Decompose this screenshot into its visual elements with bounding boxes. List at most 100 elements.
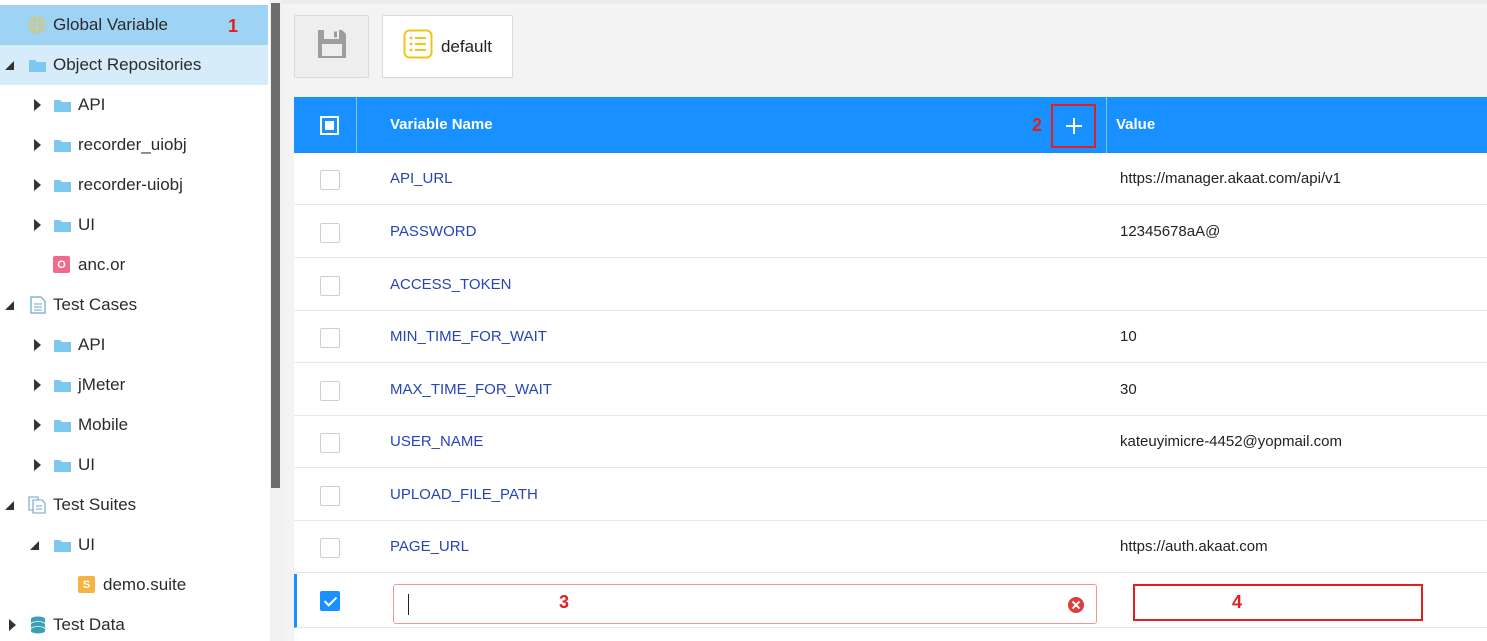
variable-name-cell[interactable]: PAGE_URL bbox=[390, 538, 469, 555]
row-checkbox[interactable] bbox=[320, 538, 340, 558]
collapsed-caret-icon[interactable] bbox=[9, 619, 16, 631]
clear-input-icon[interactable] bbox=[1068, 597, 1084, 613]
variable-name-cell[interactable]: USER_NAME bbox=[390, 433, 483, 450]
annotation-marker-1: 1 bbox=[228, 16, 239, 36]
tree-item-ts-ui[interactable]: UI bbox=[0, 525, 268, 565]
save-button[interactable] bbox=[294, 15, 369, 78]
variable-name-cell[interactable]: API_URL bbox=[390, 170, 453, 187]
tree-item-recorder-uiobj-dash[interactable]: recorder-uiobj bbox=[0, 165, 268, 205]
variable-value-cell[interactable]: 30 bbox=[1120, 381, 1137, 398]
tree-item-test-data[interactable]: Test Data bbox=[0, 605, 268, 641]
expanded-caret-icon[interactable] bbox=[30, 541, 39, 550]
collapsed-caret-icon[interactable] bbox=[34, 219, 41, 231]
tree-item-test-cases[interactable]: Test Cases bbox=[0, 285, 268, 325]
row-checkbox[interactable] bbox=[320, 223, 340, 243]
tree-item-label: jMeter bbox=[78, 375, 126, 394]
row-checkbox[interactable] bbox=[320, 381, 340, 401]
variable-value-cell[interactable]: 12345678aA@ bbox=[1120, 223, 1220, 240]
variable-value-input[interactable]: 4 bbox=[1133, 584, 1423, 621]
tree-item-label: API bbox=[78, 335, 106, 354]
folder-icon bbox=[53, 457, 72, 473]
table-row[interactable]: PAGE_URL https://auth.akaat.com bbox=[294, 521, 1487, 573]
profile-default-button[interactable]: default bbox=[382, 15, 513, 78]
tree-item-tc-ui[interactable]: UI bbox=[0, 445, 268, 485]
document-icon bbox=[30, 296, 46, 314]
expanded-caret-icon[interactable] bbox=[5, 61, 14, 70]
tree-item-tc-jmeter[interactable]: jMeter bbox=[0, 365, 268, 405]
tree-item-label: recorder-uiobj bbox=[78, 175, 183, 194]
table-row[interactable]: MIN_TIME_FOR_WAIT 10 bbox=[294, 311, 1487, 363]
tree-item-global-variable[interactable]: Global Variable 1 bbox=[0, 5, 268, 45]
tree-item-or-api[interactable]: API bbox=[0, 85, 268, 125]
global-variable-editor: default Variable Name 2 Value API_URL ht… bbox=[282, 0, 1487, 641]
column-divider bbox=[356, 97, 357, 153]
table-row[interactable]: UPLOAD_FILE_PATH bbox=[294, 469, 1487, 521]
column-divider bbox=[1106, 97, 1107, 153]
tree-item-label: UI bbox=[78, 215, 95, 234]
row-checkbox[interactable] bbox=[320, 486, 340, 506]
variable-value-cell[interactable]: 10 bbox=[1120, 328, 1137, 345]
row-checkbox-checked[interactable] bbox=[320, 591, 340, 611]
collapsed-caret-icon[interactable] bbox=[34, 99, 41, 111]
add-variable-button[interactable] bbox=[1051, 104, 1096, 148]
tree-item-anc-or[interactable]: O anc.or bbox=[0, 245, 268, 285]
table-row[interactable]: PASSWORD 12345678aA@ bbox=[294, 206, 1487, 258]
tree-item-label: Test Suites bbox=[53, 495, 137, 514]
row-checkbox[interactable] bbox=[320, 276, 340, 296]
tree-item-label: Object Repositories bbox=[53, 55, 202, 74]
folder-icon bbox=[53, 217, 72, 233]
sidebar-scrollbar-thumb[interactable] bbox=[271, 3, 280, 488]
tree-item-recorder-uiobj-underscore[interactable]: recorder_uiobj bbox=[0, 125, 268, 165]
tree-item-tc-mobile[interactable]: Mobile bbox=[0, 405, 268, 445]
object-repo-file-icon: O bbox=[53, 256, 70, 273]
tree-item-or-ui[interactable]: UI bbox=[0, 205, 268, 245]
profile-label: default bbox=[440, 36, 493, 56]
table-row[interactable]: ACCESS_TOKEN bbox=[294, 259, 1487, 311]
row-checkbox[interactable] bbox=[320, 433, 340, 453]
collapsed-caret-icon[interactable] bbox=[34, 379, 41, 391]
new-variable-row[interactable]: 3 4 bbox=[294, 574, 1487, 628]
folder-icon bbox=[53, 337, 72, 353]
tree-item-label: demo.suite bbox=[103, 575, 187, 594]
documents-icon bbox=[28, 496, 46, 514]
tree-item-tc-api[interactable]: API bbox=[0, 325, 268, 365]
variable-value-cell[interactable]: https://manager.akaat.com/api/v1 bbox=[1120, 170, 1341, 187]
globe-icon bbox=[28, 16, 46, 34]
annotation-marker-2: 2 bbox=[1032, 115, 1043, 135]
annotation-marker-3: 3 bbox=[559, 592, 570, 612]
folder-icon bbox=[28, 57, 47, 73]
variable-name-cell[interactable]: PASSWORD bbox=[390, 223, 476, 240]
project-explorer-sidebar: Global Variable 1 Object Repositories AP… bbox=[0, 0, 282, 641]
editor-tab-strip bbox=[282, 0, 1487, 4]
collapsed-caret-icon[interactable] bbox=[34, 139, 41, 151]
folder-icon bbox=[53, 417, 72, 433]
tree-item-demo-suite[interactable]: S demo.suite bbox=[0, 565, 268, 605]
select-all-checkbox[interactable] bbox=[320, 116, 339, 135]
table-row[interactable]: MAX_TIME_FOR_WAIT 30 bbox=[294, 364, 1487, 416]
tree-item-object-repositories[interactable]: Object Repositories bbox=[0, 45, 268, 85]
variable-name-cell[interactable]: ACCESS_TOKEN bbox=[390, 276, 511, 293]
plus-icon bbox=[1065, 118, 1082, 134]
collapsed-caret-icon[interactable] bbox=[34, 419, 41, 431]
variable-value-cell[interactable]: kateuyimicre-4452@yopmail.com bbox=[1120, 433, 1342, 450]
variable-name-cell[interactable]: MIN_TIME_FOR_WAIT bbox=[390, 328, 547, 345]
collapsed-caret-icon[interactable] bbox=[34, 459, 41, 471]
variable-value-cell[interactable]: https://auth.akaat.com bbox=[1120, 538, 1268, 555]
collapsed-caret-icon[interactable] bbox=[34, 179, 41, 191]
table-row[interactable]: API_URL https://manager.akaat.com/api/v1 bbox=[294, 153, 1487, 205]
tree-item-test-suites[interactable]: Test Suites bbox=[0, 485, 268, 525]
expanded-caret-icon[interactable] bbox=[5, 301, 14, 310]
table-row[interactable]: USER_NAME kateuyimicre-4452@yopmail.com bbox=[294, 416, 1487, 468]
row-checkbox[interactable] bbox=[320, 328, 340, 348]
collapsed-caret-icon[interactable] bbox=[34, 339, 41, 351]
suite-file-icon: S bbox=[78, 576, 95, 593]
variable-name-cell[interactable]: UPLOAD_FILE_PATH bbox=[390, 486, 538, 503]
variables-table: Variable Name 2 Value API_URL https://ma… bbox=[294, 97, 1487, 641]
text-caret bbox=[408, 594, 409, 615]
row-checkbox[interactable] bbox=[320, 170, 340, 190]
expanded-caret-icon[interactable] bbox=[5, 501, 14, 510]
tree-item-label: Global Variable bbox=[53, 15, 168, 34]
variable-name-cell[interactable]: MAX_TIME_FOR_WAIT bbox=[390, 381, 552, 398]
tree-item-label: anc.or bbox=[78, 255, 126, 274]
variable-name-input[interactable]: 3 bbox=[393, 584, 1097, 624]
